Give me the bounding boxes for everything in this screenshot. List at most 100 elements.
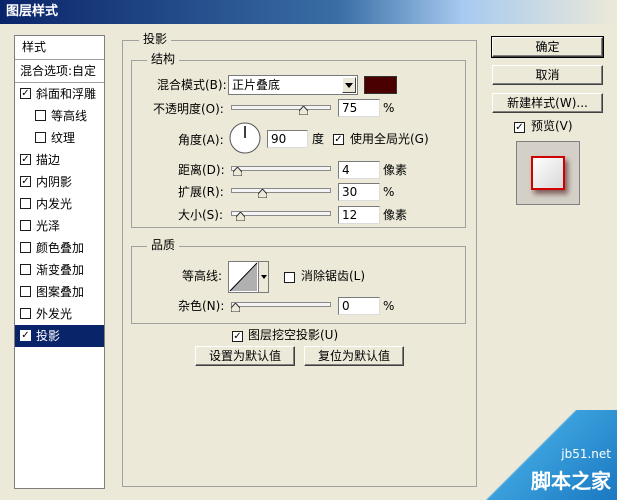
- style-preview-thumbnail: [516, 141, 580, 205]
- style-item-checkbox[interactable]: ✓: [20, 176, 31, 187]
- spread-slider-track[interactable]: [231, 188, 331, 193]
- blend-options-item[interactable]: 混合选项:自定: [20, 63, 96, 79]
- style-item-label: 内发光: [36, 197, 73, 211]
- distance-input[interactable]: 4: [338, 161, 380, 179]
- noise-slider-track[interactable]: [231, 302, 331, 307]
- preview-checkbox[interactable]: ✓: [514, 122, 525, 133]
- style-item[interactable]: 渐变叠加: [15, 259, 104, 281]
- style-item[interactable]: ✓ 描边: [15, 149, 104, 171]
- layer-knocks-out-shadow-checkbox[interactable]: ✓: [232, 331, 243, 342]
- spread-unit: %: [383, 185, 395, 199]
- chevron-down-icon[interactable]: [258, 262, 268, 292]
- contour-picker[interactable]: [228, 261, 269, 293]
- distance-slider-track[interactable]: [231, 166, 331, 171]
- angle-unit: 度: [312, 132, 325, 146]
- contour-label: 等高线:: [182, 269, 223, 283]
- layer-knocks-out-shadow-label[interactable]: 图层挖空投影(U): [248, 327, 338, 343]
- opacity-slider-thumb[interactable]: [298, 104, 309, 116]
- size-label: 大小(S):: [178, 208, 224, 222]
- ok-button[interactable]: 确定: [491, 36, 604, 58]
- opacity-input[interactable]: 75: [338, 99, 380, 117]
- watermark-logo: jb51.net 脚本之家: [467, 410, 617, 500]
- style-item-checkbox[interactable]: [20, 308, 31, 319]
- anti-alias-label[interactable]: 消除锯齿(L): [301, 268, 365, 284]
- spread-input[interactable]: 30: [338, 183, 380, 201]
- quality-legend: 品质: [147, 238, 180, 252]
- use-global-light-label[interactable]: 使用全局光(G): [350, 131, 429, 147]
- angle-input[interactable]: 90: [267, 130, 308, 148]
- distance-slider-thumb[interactable]: [232, 165, 243, 177]
- noise-slider-thumb[interactable]: [230, 301, 241, 313]
- style-item[interactable]: ✓ 内阴影: [15, 171, 104, 193]
- opacity-slider-track[interactable]: [231, 105, 331, 110]
- opacity-unit: %: [383, 101, 395, 115]
- angle-label: 角度(A):: [178, 133, 224, 147]
- structure-legend: 结构: [147, 52, 180, 66]
- distance-unit: 像素: [383, 163, 408, 177]
- style-item-label: 外发光: [36, 307, 73, 321]
- style-item-checkbox[interactable]: [35, 132, 46, 143]
- style-item[interactable]: ✓ 投影: [15, 325, 104, 347]
- size-input[interactable]: 12: [338, 206, 380, 224]
- reset-default-button[interactable]: 复位为默认值: [304, 346, 404, 366]
- opacity-label: 不透明度(O):: [153, 102, 224, 116]
- blend-mode-label: 混合模式(B):: [157, 78, 227, 92]
- style-item-checkbox[interactable]: [20, 220, 31, 231]
- style-item-label: 投影: [36, 329, 61, 343]
- divider: [15, 59, 104, 60]
- style-item-checkbox[interactable]: [35, 110, 46, 121]
- size-unit: 像素: [383, 208, 408, 222]
- style-item[interactable]: 颜色叠加: [15, 237, 104, 259]
- style-item-label: 颜色叠加: [36, 241, 85, 255]
- size-slider-track[interactable]: [231, 211, 331, 216]
- panel-title: 投影: [139, 32, 172, 46]
- style-item[interactable]: 内发光: [15, 193, 104, 215]
- style-item-checkbox[interactable]: ✓: [20, 88, 31, 99]
- anti-alias-checkbox[interactable]: [284, 272, 295, 283]
- style-item-checkbox[interactable]: [20, 264, 31, 275]
- style-item[interactable]: 图案叠加: [15, 281, 104, 303]
- styles-list-header[interactable]: 样式: [22, 39, 46, 55]
- cancel-button[interactable]: 取消: [492, 65, 603, 85]
- blend-mode-value: 正片叠底: [232, 78, 281, 92]
- size-slider-thumb[interactable]: [235, 210, 246, 222]
- style-item-label: 纹理: [51, 131, 76, 145]
- dialog-title: 图层样式: [6, 4, 59, 19]
- preview-label[interactable]: 预览(V): [531, 118, 573, 134]
- style-item[interactable]: 纹理: [15, 127, 104, 149]
- style-item-label: 内阴影: [36, 175, 73, 189]
- style-item[interactable]: ✓ 斜面和浮雕: [15, 83, 104, 105]
- shadow-color-swatch[interactable]: [364, 76, 397, 94]
- style-item-checkbox[interactable]: [20, 198, 31, 209]
- chevron-down-icon[interactable]: [342, 77, 356, 93]
- style-item-checkbox[interactable]: ✓: [20, 154, 31, 165]
- noise-label: 杂色(N):: [178, 299, 225, 313]
- spread-slider-thumb[interactable]: [257, 187, 268, 199]
- style-item-checkbox[interactable]: [20, 286, 31, 297]
- make-default-button[interactable]: 设置为默认值: [195, 346, 295, 366]
- style-item-checkbox[interactable]: ✓: [20, 330, 31, 341]
- style-item[interactable]: 外发光: [15, 303, 104, 325]
- distance-label: 距离(D):: [178, 163, 225, 177]
- use-global-light-checkbox[interactable]: ✓: [333, 134, 344, 145]
- blend-mode-select[interactable]: 正片叠底: [228, 75, 358, 95]
- preview-square: [531, 156, 565, 190]
- spread-label: 扩展(R):: [178, 185, 224, 199]
- watermark-name: 脚本之家: [531, 469, 611, 493]
- style-item-checkbox[interactable]: [20, 242, 31, 253]
- dialog-title-bar: 图层样式: [0, 0, 617, 24]
- angle-dial[interactable]: [229, 122, 261, 154]
- style-item[interactable]: 等高线: [15, 105, 104, 127]
- styles-list[interactable]: 样式 混合选项:自定 ✓ 斜面和浮雕等高线纹理 ✓ 描边 ✓ 内阴影内发光光泽颜色叠加渐变…: [14, 35, 105, 489]
- new-style-button[interactable]: 新建样式(W)...: [492, 93, 603, 113]
- style-item-label: 图案叠加: [36, 285, 85, 299]
- style-item-label: 渐变叠加: [36, 263, 85, 277]
- watermark-site: jb51.net: [561, 447, 611, 461]
- style-item-label: 光泽: [36, 219, 61, 233]
- style-item-label: 描边: [36, 153, 61, 167]
- style-item-label: 斜面和浮雕: [36, 87, 97, 101]
- style-item-label: 等高线: [51, 109, 88, 123]
- noise-unit: %: [383, 299, 395, 313]
- noise-input[interactable]: 0: [338, 297, 380, 315]
- style-item[interactable]: 光泽: [15, 215, 104, 237]
